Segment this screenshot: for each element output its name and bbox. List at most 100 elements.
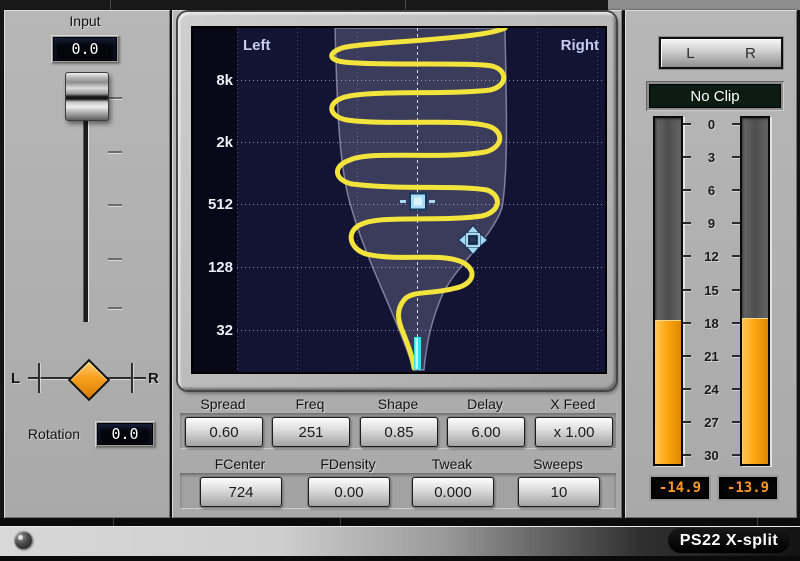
rotation-tick [131, 363, 133, 393]
bottom-chassis-strip [0, 518, 800, 526]
freq-label-8k: 8k [216, 72, 233, 89]
scale-tick [683, 255, 691, 257]
scale-tick [732, 454, 740, 456]
scale-tick [732, 222, 740, 224]
rotation-value-well: 0.0 [95, 421, 155, 447]
fdensity-value-button[interactable]: 0.00 [308, 477, 390, 507]
rotation-right-label: R [148, 370, 159, 387]
shape-label: Shape [360, 396, 436, 412]
scale-tick [683, 289, 691, 291]
bottom-chassis-edge [0, 556, 800, 561]
shape-value-button[interactable]: 0.85 [360, 417, 438, 447]
freq-label-32: 32 [216, 322, 233, 339]
scale-row: 24 [683, 382, 740, 396]
scale-row: 9 [683, 216, 740, 230]
scale-row: 18 [683, 316, 740, 330]
scale-label: 9 [691, 216, 732, 231]
strip-divider [405, 0, 406, 10]
channel-right-label: R [745, 45, 756, 62]
fader-tick [108, 258, 122, 260]
strip-divider [340, 518, 341, 526]
meter-left [653, 116, 683, 466]
scale-tick [732, 255, 740, 257]
scale-tick [683, 421, 691, 423]
tweak-label: Tweak [412, 456, 492, 472]
tweak-value-button[interactable]: 0.000 [412, 477, 494, 507]
display-right-label: Right [561, 37, 599, 54]
plugin-title-capsule: PS22 X-split [668, 528, 790, 553]
scale-label: 6 [691, 183, 732, 198]
sweeps-label: Sweeps [518, 456, 598, 472]
scale-tick [732, 355, 740, 357]
scale-tick [683, 454, 691, 456]
scale-tick [732, 388, 740, 390]
plugin-window: Input 0.0 L R Rotation 0.0 [0, 0, 800, 561]
meter-readout-right[interactable]: -13.9 [719, 477, 777, 499]
scale-label: 15 [691, 283, 732, 298]
fader-tick [108, 307, 122, 309]
scale-label: 18 [691, 316, 732, 331]
rotation-value-field[interactable]: 0.0 [97, 423, 153, 445]
channel-left-label: L [686, 45, 694, 62]
scale-tick [732, 189, 740, 191]
scale-tick [683, 189, 691, 191]
delay-label: Delay [447, 396, 523, 412]
scale-tick [683, 123, 691, 125]
meter-fill-right [742, 318, 768, 464]
input-value-field[interactable]: 0.0 [53, 37, 117, 61]
scale-tick [683, 222, 691, 224]
fcenter-value-button[interactable]: 724 [200, 477, 282, 507]
meter-right [740, 116, 770, 466]
freq-label-512: 512 [208, 196, 233, 213]
delay-value-button[interactable]: 6.00 [447, 417, 525, 447]
strip-divider [113, 518, 114, 526]
scale-label: 24 [691, 382, 732, 397]
scale-row: 21 [683, 349, 740, 363]
meter-readout-left[interactable]: -14.9 [651, 477, 709, 499]
clip-indicator[interactable]: No Clip [649, 84, 781, 108]
strip-divider [757, 518, 758, 526]
spectral-display[interactable]: Left Right 8k 2k 512 128 32 [191, 26, 607, 374]
scale-row: 12 [683, 249, 740, 263]
spread-value-button[interactable]: 0.60 [185, 417, 263, 447]
scale-tick [732, 289, 740, 291]
scale-tick [732, 322, 740, 324]
fader-tick [108, 151, 122, 153]
scale-row: 3 [683, 150, 740, 164]
scale-label: 12 [691, 249, 732, 264]
sweeps-value-button[interactable]: 10 [518, 477, 600, 507]
freq-label-2k: 2k [216, 134, 233, 151]
scale-tick [683, 156, 691, 158]
scale-tick [683, 322, 691, 324]
scale-row: 0 [683, 117, 740, 131]
waves-logo-icon [14, 531, 32, 549]
display-left-label: Left [243, 37, 271, 54]
rotation-label: Rotation [14, 426, 94, 442]
input-value-well: 0.0 [51, 35, 119, 63]
scale-tick [732, 156, 740, 158]
scale-label: 27 [691, 415, 732, 430]
scale-label: 21 [691, 349, 732, 364]
scale-row: 27 [683, 415, 740, 429]
rotation-left-label: L [11, 370, 20, 387]
input-fader-knob[interactable] [65, 72, 109, 121]
plugin-title: PS22 X-split [680, 532, 778, 550]
freq-label: Freq [272, 396, 348, 412]
scale-row: 15 [683, 283, 740, 297]
fcenter-label: FCenter [200, 456, 280, 472]
xfeed-value-button[interactable]: x 1.00 [535, 417, 613, 447]
spread-label: Spread [185, 396, 261, 412]
scale-label: 0 [691, 117, 732, 132]
scale-row: 6 [683, 183, 740, 197]
channel-select-button[interactable]: L R [659, 37, 783, 69]
input-label: Input [30, 13, 140, 29]
fader-tick [108, 204, 122, 206]
fader-tick [108, 97, 122, 99]
freq-value-button[interactable]: 251 [272, 417, 350, 447]
scale-label: 30 [691, 448, 732, 463]
meter-fill-left [655, 320, 681, 464]
scale-tick [683, 388, 691, 390]
signal-indicator-bar [414, 337, 421, 370]
scale-tick [683, 355, 691, 357]
clip-indicator-well: No Clip [646, 81, 784, 111]
